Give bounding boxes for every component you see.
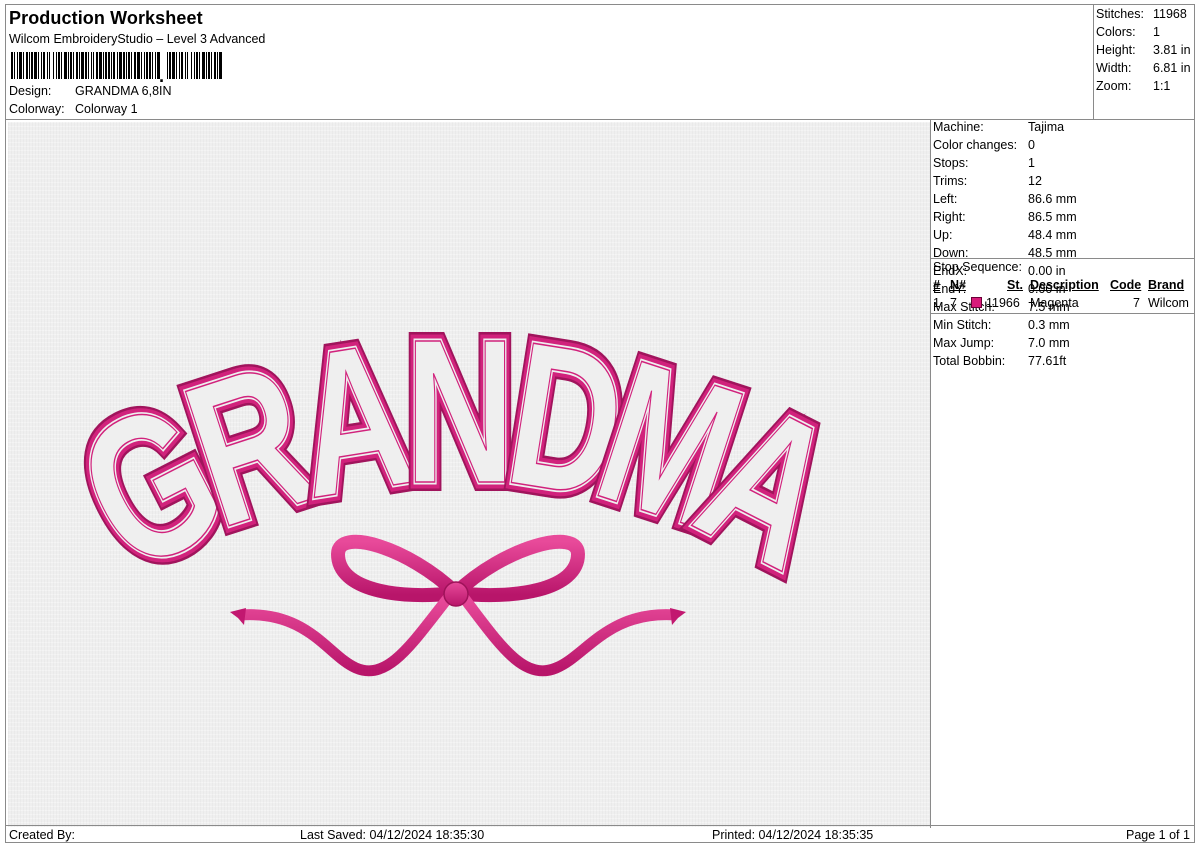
row-description: Magenta (1030, 296, 1079, 310)
svg-text:,: , (159, 66, 164, 82)
info-label: Min Stitch: (933, 318, 992, 332)
info-row: Left: 86.6 mm (933, 192, 1077, 206)
info-label: Trims: (933, 174, 968, 188)
summary-row-height: Height: 3.81 in (1096, 43, 1191, 57)
worksheet-frame: Production Worksheet Wilcom EmbroiderySt… (5, 4, 1195, 843)
colorway-label: Colorway: (9, 102, 65, 116)
col-stitches: St. (1007, 278, 1023, 292)
row-stitches: 11966 (986, 296, 1020, 310)
colorway-row: Colorway: Colorway 1 (9, 102, 138, 116)
info-value: 0.3 mm (1028, 318, 1070, 332)
summary-row-zoom: Zoom: 1:1 (1096, 79, 1170, 93)
info-label: Max Jump: (933, 336, 995, 350)
info-row: Up: 48.4 mm (933, 228, 1077, 242)
info-value: 77.61ft (1028, 354, 1067, 368)
row-code: 7 (1133, 296, 1140, 310)
thread-color-swatch (971, 297, 982, 308)
col-needle: N# (950, 278, 966, 292)
page-number: Page 1 of 1 (1126, 828, 1190, 842)
worksheet-title: Production Worksheet (9, 8, 203, 28)
embroidery-design: GGGGRRRRAAAANNNNDDDDMMMMAAAA (39, 290, 877, 677)
summary-label: Width: (1096, 61, 1132, 75)
info-row: Max Jump: 7.0 mm (933, 336, 1070, 350)
summary-label: Stitches: (1096, 7, 1144, 21)
summary-label: Colors: (1096, 25, 1136, 39)
bow-graphic (230, 534, 686, 677)
stop-sequence-label: Stop Sequence: (933, 260, 1022, 274)
info-row: Machine: Tajima (933, 120, 1064, 134)
design-lettering: GGGGRRRRAAAANNNNDDDDMMMMAAAA (39, 290, 877, 622)
summary-row-width: Width: 6.81 in (1096, 61, 1191, 75)
barcode-image: , (11, 52, 222, 82)
info-value: 0 (1028, 138, 1035, 152)
design-preview: GGGGRRRRAAAANNNNDDDDMMMMAAAA (8, 122, 930, 827)
info-value: 1 (1028, 156, 1035, 170)
row-index: 1. (933, 296, 944, 310)
footer-divider (6, 825, 1194, 826)
info-label: Machine: (933, 120, 984, 134)
info-label: Up: (933, 228, 953, 242)
summary-value: 11968 (1153, 7, 1187, 21)
info-value: 7.0 mm (1028, 336, 1070, 350)
col-description: Description (1030, 278, 1099, 292)
info-row: Min Stitch: 0.3 mm (933, 318, 1070, 332)
col-index: # (933, 278, 940, 292)
info-value: 86.6 mm (1028, 192, 1077, 206)
summary-label: Height: (1096, 43, 1136, 57)
info-label: Color changes: (933, 138, 1018, 152)
info-label: Left: (933, 192, 958, 206)
summary-label: Zoom: (1096, 79, 1132, 93)
info-value: Tajima (1028, 120, 1065, 134)
info-value: 86.5 mm (1028, 210, 1077, 224)
header-divider-vertical (1093, 5, 1094, 119)
summary-value: 3.81 in (1153, 43, 1191, 57)
info-label: Right: (933, 210, 966, 224)
design-value: GRANDMA 6,8IN (75, 84, 172, 98)
printed-date: Printed: 04/12/2024 18:35:35 (712, 828, 874, 842)
col-code: Code (1110, 278, 1142, 292)
col-brand: Brand (1148, 278, 1185, 292)
worksheet-header: Production Worksheet Wilcom EmbroiderySt… (6, 5, 1093, 119)
info-value: 0.00 in (1028, 264, 1066, 278)
design-letter: NNNN (397, 290, 522, 534)
created-by: Created By: (9, 828, 76, 842)
design-row: Design: GRANDMA 6,8IN (9, 84, 172, 98)
info-row: Color changes: 0 (933, 138, 1035, 152)
sequence-separator (931, 313, 1194, 314)
colorway-value: Colorway 1 (75, 102, 138, 116)
software-name: Wilcom EmbroideryStudio – Level 3 Advanc… (9, 32, 266, 46)
info-row: Stops: 1 (933, 156, 1035, 170)
info-value: 48.4 mm (1028, 228, 1077, 242)
summary-value: 1:1 (1153, 79, 1171, 93)
svg-text:N: N (405, 298, 515, 526)
row-needle: 7 (950, 296, 957, 310)
summary-value: 6.81 in (1153, 61, 1191, 75)
summary-row-stitches: Stitches: 11968 (1096, 7, 1187, 21)
info-row: Total Bobbin: 77.61ft (933, 354, 1066, 368)
info-label: Total Bobbin: (933, 354, 1006, 368)
info-value: 12 (1028, 174, 1042, 188)
panel-divider (930, 119, 931, 828)
last-saved: Last Saved: 04/12/2024 18:35:30 (300, 828, 485, 842)
summary-value: 1 (1153, 25, 1160, 39)
info-row: Trims: 12 (933, 174, 1042, 188)
info-label: Stops: (933, 156, 969, 170)
info-separator (931, 258, 1194, 259)
design-label: Design: (9, 84, 52, 98)
summary-row-colors: Colors: 1 (1096, 25, 1160, 39)
row-brand: Wilcom (1148, 296, 1189, 310)
info-row: Right: 86.5 mm (933, 210, 1077, 224)
